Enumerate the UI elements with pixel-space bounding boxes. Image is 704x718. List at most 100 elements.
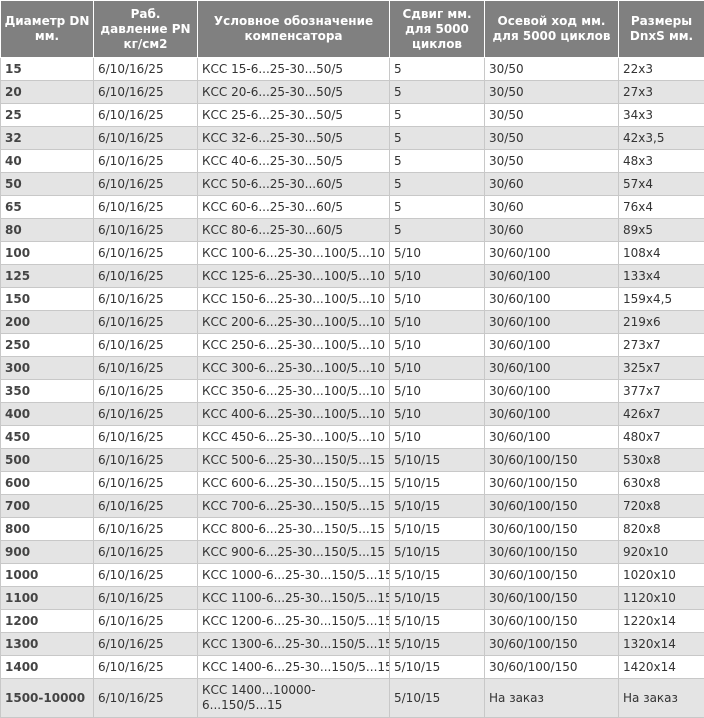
cell-dimensions: 133x4 bbox=[619, 265, 704, 288]
cell-diameter: 1100 bbox=[1, 587, 94, 610]
cell-pressure: 6/10/16/25 bbox=[94, 219, 198, 242]
cell-pressure: 6/10/16/25 bbox=[94, 633, 198, 656]
table-row: 1256/10/16/25КСС 125-6...25-30...100/5..… bbox=[1, 265, 704, 288]
cell-axial-travel: 30/60/100/150 bbox=[485, 564, 619, 587]
cell-axial-travel: 30/60/100 bbox=[485, 242, 619, 265]
cell-diameter: 50 bbox=[1, 173, 94, 196]
cell-dimensions: 76x4 bbox=[619, 196, 704, 219]
cell-pressure: 6/10/16/25 bbox=[94, 104, 198, 127]
cell-axial-travel: 30/60/100/150 bbox=[485, 633, 619, 656]
cell-diameter: 300 bbox=[1, 357, 94, 380]
cell-designation: КСС 40-6...25-30...50/5 bbox=[198, 150, 390, 173]
cell-pressure: 6/10/16/25 bbox=[94, 610, 198, 633]
cell-designation: КСС 600-6...25-30...150/5...15 bbox=[198, 472, 390, 495]
cell-pressure: 6/10/16/25 bbox=[94, 679, 198, 718]
cell-diameter: 32 bbox=[1, 127, 94, 150]
cell-pressure: 6/10/16/25 bbox=[94, 150, 198, 173]
cell-designation: КСС 1400-6...25-30...150/5...15 bbox=[198, 656, 390, 679]
cell-dimensions: 530x8 bbox=[619, 449, 704, 472]
cell-pressure: 6/10/16/25 bbox=[94, 58, 198, 81]
cell-diameter: 350 bbox=[1, 380, 94, 403]
cell-diameter: 800 bbox=[1, 518, 94, 541]
table-row: 2006/10/16/25КСС 200-6...25-30...100/5..… bbox=[1, 311, 704, 334]
cell-axial-travel: 30/60/100 bbox=[485, 426, 619, 449]
cell-pressure: 6/10/16/25 bbox=[94, 196, 198, 219]
cell-axial-travel: 30/60/100 bbox=[485, 357, 619, 380]
cell-designation: КСС 500-6...25-30...150/5...15 bbox=[198, 449, 390, 472]
table-row: 256/10/16/25КСС 25-6...25-30...50/5530/5… bbox=[1, 104, 704, 127]
cell-designation: КСС 50-6...25-30...60/5 bbox=[198, 173, 390, 196]
cell-designation: КСС 100-6...25-30...100/5...10 bbox=[198, 242, 390, 265]
cell-shift: 5/10 bbox=[390, 357, 485, 380]
cell-designation: КСС 1200-6...25-30...150/5...15 bbox=[198, 610, 390, 633]
cell-shift: 5/10/15 bbox=[390, 587, 485, 610]
cell-axial-travel: 30/50 bbox=[485, 58, 619, 81]
cell-diameter: 100 bbox=[1, 242, 94, 265]
cell-pressure: 6/10/16/25 bbox=[94, 334, 198, 357]
cell-designation: КСС 32-6...25-30...50/5 bbox=[198, 127, 390, 150]
cell-dimensions: 57x4 bbox=[619, 173, 704, 196]
cell-dimensions: 22x3 bbox=[619, 58, 704, 81]
cell-dimensions: 273x7 bbox=[619, 334, 704, 357]
cell-axial-travel: 30/60 bbox=[485, 173, 619, 196]
cell-axial-travel: 30/60/100/150 bbox=[485, 610, 619, 633]
cell-pressure: 6/10/16/25 bbox=[94, 357, 198, 380]
cell-designation: КСС 125-6...25-30...100/5...10 bbox=[198, 265, 390, 288]
cell-pressure: 6/10/16/25 bbox=[94, 449, 198, 472]
cell-dimensions: 630x8 bbox=[619, 472, 704, 495]
cell-dimensions: 159x4,5 bbox=[619, 288, 704, 311]
cell-axial-travel: 30/60/100 bbox=[485, 311, 619, 334]
cell-axial-travel: 30/60/100/150 bbox=[485, 495, 619, 518]
cell-axial-travel: 30/60/100 bbox=[485, 403, 619, 426]
cell-designation: КСС 450-6...25-30...100/5...10 bbox=[198, 426, 390, 449]
cell-pressure: 6/10/16/25 bbox=[94, 288, 198, 311]
cell-shift: 5/10/15 bbox=[390, 656, 485, 679]
cell-designation: КСС 1100-6...25-30...150/5...15 bbox=[198, 587, 390, 610]
cell-axial-travel: 30/60/100/150 bbox=[485, 472, 619, 495]
cell-designation: КСС 60-6...25-30...60/5 bbox=[198, 196, 390, 219]
cell-dimensions: 1420x14 bbox=[619, 656, 704, 679]
cell-pressure: 6/10/16/25 bbox=[94, 242, 198, 265]
cell-axial-travel: 30/50 bbox=[485, 127, 619, 150]
cell-shift: 5 bbox=[390, 196, 485, 219]
cell-shift: 5/10/15 bbox=[390, 679, 485, 718]
cell-axial-travel: 30/60/100 bbox=[485, 334, 619, 357]
cell-dimensions: 89x5 bbox=[619, 219, 704, 242]
cell-diameter: 125 bbox=[1, 265, 94, 288]
cell-designation: КСС 80-6...25-30...60/5 bbox=[198, 219, 390, 242]
cell-shift: 5 bbox=[390, 150, 485, 173]
cell-designation: КСС 200-6...25-30...100/5...10 bbox=[198, 311, 390, 334]
cell-diameter: 80 bbox=[1, 219, 94, 242]
cell-designation: КСС 350-6...25-30...100/5...10 bbox=[198, 380, 390, 403]
table-body: 156/10/16/25КСС 15-6...25-30...50/5530/5… bbox=[1, 58, 704, 718]
cell-diameter: 1200 bbox=[1, 610, 94, 633]
cell-dimensions: 27x3 bbox=[619, 81, 704, 104]
table-row: 10006/10/16/25КСС 1000-6...25-30...150/5… bbox=[1, 564, 704, 587]
cell-designation: КСС 300-6...25-30...100/5...10 bbox=[198, 357, 390, 380]
table-row: 3006/10/16/25КСС 300-6...25-30...100/5..… bbox=[1, 357, 704, 380]
table-row: 206/10/16/25КСС 20-6...25-30...50/5530/5… bbox=[1, 81, 704, 104]
table-row: 11006/10/16/25КСС 1100-6...25-30...150/5… bbox=[1, 587, 704, 610]
header-pressure: Раб. давление PN кг/см2 bbox=[94, 1, 198, 58]
cell-shift: 5/10 bbox=[390, 380, 485, 403]
table-row: 4506/10/16/25КСС 450-6...25-30...100/5..… bbox=[1, 426, 704, 449]
table-row: 9006/10/16/25КСС 900-6...25-30...150/5..… bbox=[1, 541, 704, 564]
cell-dimensions: 820x8 bbox=[619, 518, 704, 541]
cell-axial-travel: 30/60 bbox=[485, 196, 619, 219]
cell-designation: КСС 1000-6...25-30...150/5...15 bbox=[198, 564, 390, 587]
cell-diameter: 1000 bbox=[1, 564, 94, 587]
cell-pressure: 6/10/16/25 bbox=[94, 541, 198, 564]
cell-dimensions: 1320x14 bbox=[619, 633, 704, 656]
header-row: Диаметр DN мм. Раб. давление PN кг/см2 У… bbox=[1, 1, 704, 58]
cell-diameter: 600 bbox=[1, 472, 94, 495]
cell-pressure: 6/10/16/25 bbox=[94, 587, 198, 610]
cell-dimensions: 48x3 bbox=[619, 150, 704, 173]
table-row: 6006/10/16/25КСС 600-6...25-30...150/5..… bbox=[1, 472, 704, 495]
cell-axial-travel: 30/60/100 bbox=[485, 265, 619, 288]
cell-shift: 5/10 bbox=[390, 334, 485, 357]
cell-designation: КСС 400-6...25-30...100/5...10 bbox=[198, 403, 390, 426]
cell-shift: 5/10 bbox=[390, 288, 485, 311]
compensator-specs-table: Диаметр DN мм. Раб. давление PN кг/см2 У… bbox=[0, 0, 704, 718]
cell-axial-travel: 30/50 bbox=[485, 81, 619, 104]
cell-diameter: 1300 bbox=[1, 633, 94, 656]
